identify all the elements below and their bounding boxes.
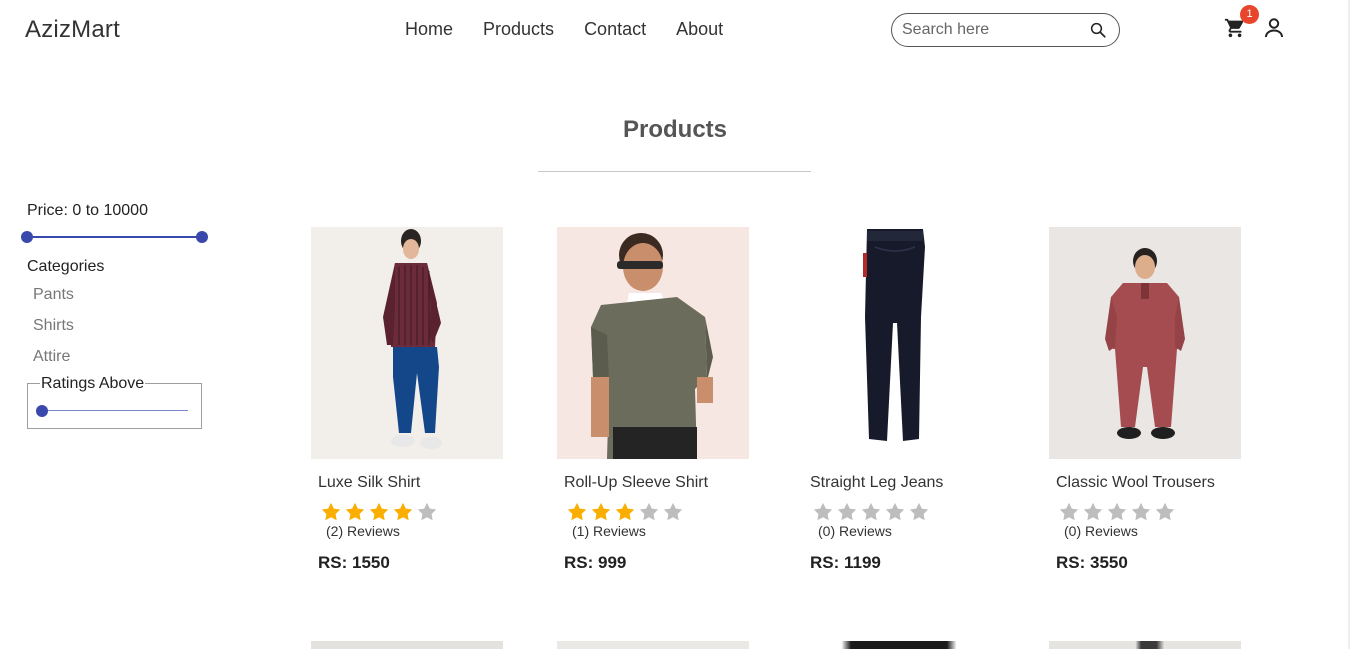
- product-name[interactable]: Straight Leg Jeans: [810, 474, 995, 492]
- product-image[interactable]: [803, 227, 995, 459]
- nav-products-link[interactable]: Products: [483, 19, 554, 40]
- product-rating: [565, 501, 749, 523]
- product-price: RS: 1199: [810, 553, 881, 572]
- product-rating: [319, 501, 503, 523]
- product-name[interactable]: Luxe Silk Shirt: [318, 474, 503, 492]
- categories-heading: Categories: [27, 258, 105, 275]
- search-input[interactable]: [902, 21, 1077, 39]
- product-review-count: (0) Reviews: [1064, 523, 1138, 539]
- star-icon: [1083, 502, 1103, 521]
- star-icon: [837, 502, 857, 521]
- star-icon: [813, 502, 833, 521]
- ratings-slider-handle[interactable]: [36, 405, 48, 417]
- product-review-count: (0) Reviews: [818, 523, 892, 539]
- user-icon[interactable]: [1262, 16, 1286, 40]
- star-icon: [321, 502, 341, 521]
- product-card[interactable]: Luxe Silk Shirt (2) Reviews RS: 1550: [311, 227, 503, 573]
- category-list: Pants Shirts Attire: [33, 286, 74, 379]
- product-name[interactable]: Roll-Up Sleeve Shirt: [564, 474, 749, 492]
- star-icon: [615, 502, 635, 521]
- main-nav: Home Products Contact About: [405, 19, 753, 40]
- product-image-partial[interactable]: [311, 641, 503, 649]
- product-image-partial[interactable]: [1049, 641, 1241, 649]
- product-name[interactable]: Classic Wool Trousers: [1056, 474, 1241, 492]
- price-max-handle[interactable]: [196, 231, 208, 243]
- star-icon: [1107, 502, 1127, 521]
- title-divider: [538, 171, 811, 172]
- ratings-filter-label: Ratings Above: [40, 375, 146, 393]
- star-icon: [1131, 502, 1151, 521]
- star-icon: [393, 502, 413, 521]
- product-image-partial[interactable]: [803, 641, 995, 649]
- product-image[interactable]: [311, 227, 503, 459]
- brand-logo[interactable]: AzizMart: [25, 16, 120, 44]
- nav-about-link[interactable]: About: [676, 19, 723, 40]
- star-icon: [885, 502, 905, 521]
- product-image[interactable]: [557, 227, 749, 459]
- price-min-handle[interactable]: [21, 231, 33, 243]
- star-icon: [417, 502, 437, 521]
- product-price: RS: 1550: [318, 553, 390, 572]
- cart-count-badge: 1: [1240, 5, 1259, 24]
- star-icon: [567, 502, 587, 521]
- product-price: RS: 3550: [1056, 553, 1128, 572]
- product-image[interactable]: [1049, 227, 1241, 459]
- star-icon: [591, 502, 611, 521]
- search-icon[interactable]: [1089, 21, 1107, 39]
- product-review-count: (2) Reviews: [326, 523, 400, 539]
- product-card[interactable]: Roll-Up Sleeve Shirt (1) Reviews RS: 999: [557, 227, 749, 573]
- product-card[interactable]: Classic Wool Trousers (0) Reviews RS: 35…: [1049, 227, 1241, 573]
- nav-home-link[interactable]: Home: [405, 19, 453, 40]
- star-icon: [639, 502, 659, 521]
- category-item-shirts[interactable]: Shirts: [33, 317, 74, 348]
- product-rating: [1057, 501, 1241, 523]
- star-icon: [861, 502, 881, 521]
- product-price: RS: 999: [564, 553, 627, 572]
- star-icon: [663, 502, 683, 521]
- product-rating: [811, 501, 995, 523]
- nav-contact-link[interactable]: Contact: [584, 19, 646, 40]
- page-title: Products: [622, 116, 727, 143]
- ratings-slider-track[interactable]: [42, 410, 188, 411]
- star-icon: [1059, 502, 1079, 521]
- product-card[interactable]: Straight Leg Jeans (0) Reviews RS: 1199: [803, 227, 995, 573]
- product-review-count: (1) Reviews: [572, 523, 646, 539]
- price-filter-label: Price: 0 to 10000: [27, 202, 148, 219]
- star-icon: [1155, 502, 1175, 521]
- search-bar: [891, 13, 1120, 47]
- star-icon: [909, 502, 929, 521]
- product-image-partial[interactable]: [557, 641, 749, 649]
- star-icon: [369, 502, 389, 521]
- star-icon: [345, 502, 365, 521]
- ratings-filter: Ratings Above: [27, 375, 202, 429]
- category-item-pants[interactable]: Pants: [33, 286, 74, 317]
- price-range-slider[interactable]: [21, 231, 208, 243]
